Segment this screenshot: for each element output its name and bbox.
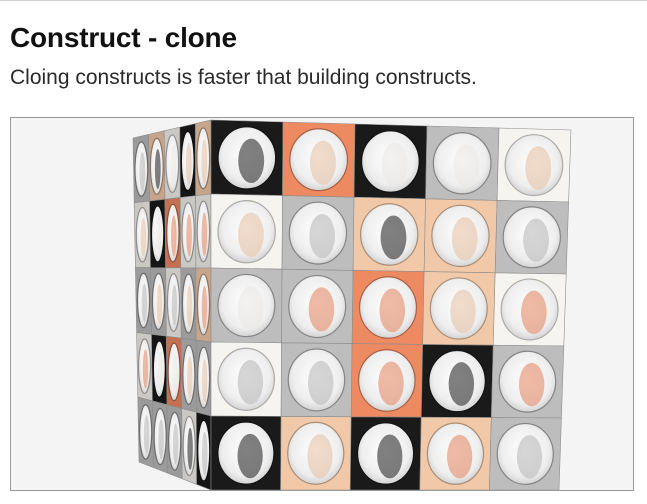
lattice-cell	[210, 415, 282, 490]
lattice-cell	[136, 332, 153, 402]
lattice-cell	[180, 267, 197, 341]
lattice-cell	[351, 270, 425, 345]
cube-left-face	[132, 119, 212, 490]
lattice-cell	[166, 404, 183, 480]
lattice-cell	[165, 267, 182, 339]
lattice-cell	[489, 417, 562, 490]
lattice-cell	[179, 195, 197, 269]
lattice-cell	[196, 411, 212, 490]
lattice-cell	[132, 134, 150, 204]
lattice-cell	[210, 267, 283, 344]
lattice-cell	[491, 344, 565, 419]
lattice-cell	[137, 396, 154, 469]
lattice-cell	[352, 196, 426, 272]
lattice-cell	[195, 119, 212, 197]
lattice-cell	[148, 130, 166, 202]
cube-lattice-render[interactable]	[11, 118, 633, 490]
lattice-cell	[210, 119, 284, 196]
lattice-cell	[280, 342, 353, 418]
cube-front-face	[210, 119, 572, 490]
lattice-cell	[180, 337, 197, 413]
lattice-cell	[419, 416, 492, 490]
lattice-cell	[195, 339, 212, 417]
lattice-cell	[164, 197, 182, 269]
lattice-cell	[420, 344, 494, 418]
lattice-cell	[195, 267, 212, 343]
lattice-cell	[349, 416, 422, 490]
lattice-cell	[422, 271, 496, 346]
lattice-cell	[210, 341, 282, 417]
top-divider	[0, 0, 647, 1]
lattice-cell	[353, 123, 428, 200]
page-title: Construct - clone	[10, 22, 237, 53]
lattice-cell	[181, 408, 197, 485]
lattice-cell	[163, 126, 181, 200]
lattice-cell	[166, 335, 183, 409]
lattice-cell	[281, 195, 355, 271]
lattice-cell	[149, 198, 166, 269]
lattice-cell	[280, 416, 352, 490]
lattice-cell	[423, 198, 498, 274]
lattice-cell	[281, 268, 354, 344]
lattice-cell	[496, 127, 572, 203]
lattice-cell	[151, 333, 168, 406]
lattice-cell	[492, 272, 567, 347]
lattice-cell	[210, 193, 283, 270]
lattice-cell	[282, 121, 356, 198]
lattice-cell	[494, 200, 569, 275]
lattice-cell	[135, 267, 152, 335]
lattice-cell	[425, 125, 500, 201]
lattice-cell	[179, 123, 196, 198]
lattice-cell	[133, 200, 151, 268]
lattice-cell	[350, 343, 423, 418]
page-subtitle: Cloing constructs is faster that buildin…	[10, 66, 477, 89]
lattice-cell	[195, 193, 212, 269]
lattice-cell	[150, 267, 167, 337]
render-viewport[interactable]	[10, 117, 634, 491]
lattice-cell	[152, 400, 169, 474]
